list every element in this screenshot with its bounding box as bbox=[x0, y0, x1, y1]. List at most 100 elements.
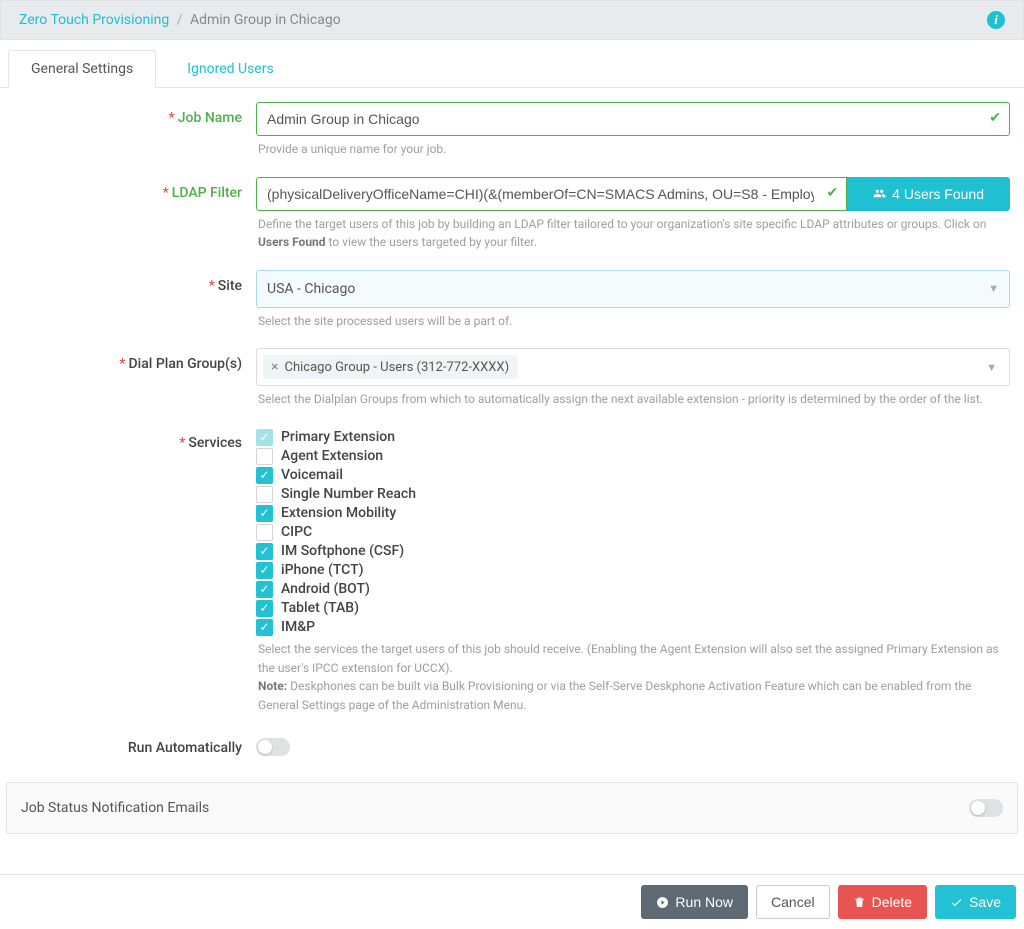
delete-label: Delete bbox=[872, 894, 912, 910]
info-icon[interactable]: i bbox=[987, 11, 1005, 29]
help-ldap-post: to view the users targeted by your filte… bbox=[326, 235, 537, 249]
service-item: ✓ IM Softphone (CSF) bbox=[256, 543, 1010, 560]
site-select[interactable]: USA - Chicago ▼ bbox=[256, 270, 1010, 308]
play-circle-icon bbox=[656, 896, 669, 909]
delete-button[interactable]: Delete bbox=[838, 885, 927, 919]
breadcrumb-root-link[interactable]: Zero Touch Provisioning bbox=[19, 12, 169, 28]
label-services-text: Services bbox=[188, 435, 242, 451]
service-checkbox[interactable]: ✓ bbox=[256, 543, 273, 560]
service-label: CIPC bbox=[281, 524, 312, 540]
service-checkbox[interactable] bbox=[256, 524, 273, 541]
tabs: General Settings Ignored Users bbox=[0, 40, 1024, 88]
service-label: Single Number Reach bbox=[281, 486, 416, 502]
tab-ignored-users[interactable]: Ignored Users bbox=[164, 50, 297, 88]
label-job-name: *Job Name bbox=[8, 102, 256, 126]
label-job-name-text: Job Name bbox=[178, 110, 242, 126]
row-job-name: *Job Name ✔ Provide a unique name for yo… bbox=[8, 102, 1016, 173]
chip-remove-icon[interactable]: × bbox=[271, 359, 278, 375]
footer: Run Now Cancel Delete Save bbox=[0, 874, 1024, 929]
label-site-text: Site bbox=[218, 278, 242, 294]
required-marker: * bbox=[119, 356, 125, 372]
service-checkbox[interactable] bbox=[256, 486, 273, 503]
job-name-input[interactable] bbox=[256, 102, 1010, 136]
site-select-value: USA - Chicago bbox=[267, 281, 355, 297]
service-label: iPhone (TCT) bbox=[281, 562, 364, 578]
help-ldap-pre: Define the target users of this job by b… bbox=[258, 217, 986, 231]
cancel-button[interactable]: Cancel bbox=[756, 885, 830, 919]
users-icon bbox=[873, 187, 886, 200]
save-button[interactable]: Save bbox=[935, 885, 1016, 919]
help-job-name: Provide a unique name for your job. bbox=[258, 140, 1010, 159]
label-run-auto: Run Automatically bbox=[8, 732, 256, 756]
required-marker: * bbox=[169, 110, 175, 126]
breadcrumb-current: Admin Group in Chicago bbox=[190, 12, 341, 28]
trash-icon bbox=[853, 896, 866, 909]
help-services-pre: Select the services the target users of … bbox=[258, 642, 999, 675]
service-label: Android (BOT) bbox=[281, 581, 370, 597]
label-dial-plan-text: Dial Plan Group(s) bbox=[129, 356, 242, 372]
breadcrumb-bar: Zero Touch Provisioning / Admin Group in… bbox=[0, 0, 1024, 40]
service-checkbox[interactable]: ✓ bbox=[256, 505, 273, 522]
check-icon bbox=[950, 896, 963, 909]
service-checkbox[interactable]: ✓ bbox=[256, 581, 273, 598]
service-item: ✓ iPhone (TCT) bbox=[256, 562, 1010, 579]
row-services: *Services ✓ Primary Extension Agent Extens… bbox=[8, 427, 1016, 728]
email-panel-label: Job Status Notification Emails bbox=[21, 800, 209, 816]
help-services-note: Deskphones can be built via Bulk Provisi… bbox=[258, 679, 971, 712]
service-item: ✓ Voicemail bbox=[256, 467, 1010, 484]
service-label: Agent Extension bbox=[281, 448, 383, 464]
service-checkbox[interactable]: ✓ bbox=[256, 619, 273, 636]
service-label: IM&P bbox=[281, 619, 315, 635]
users-found-button[interactable]: 4 Users Found bbox=[847, 177, 1010, 211]
required-marker: * bbox=[179, 435, 185, 451]
email-panel: Job Status Notification Emails bbox=[6, 782, 1018, 834]
service-item: ✓ Android (BOT) bbox=[256, 581, 1010, 598]
required-marker: * bbox=[209, 278, 215, 294]
service-checkbox[interactable] bbox=[256, 448, 273, 465]
service-item: Single Number Reach bbox=[256, 486, 1010, 503]
label-services: *Services bbox=[8, 427, 256, 451]
check-icon: ✔ bbox=[826, 185, 838, 201]
service-item: ✓Tablet (TAB) bbox=[256, 600, 1010, 617]
service-label: Extension Mobility bbox=[281, 505, 396, 521]
check-icon: ✔ bbox=[989, 110, 1001, 126]
help-ldap: Define the target users of this job by b… bbox=[258, 215, 1010, 252]
service-checkbox[interactable]: ✓ bbox=[256, 467, 273, 484]
label-site: *Site bbox=[8, 270, 256, 294]
cancel-label: Cancel bbox=[771, 894, 815, 910]
service-item: Agent Extension bbox=[256, 448, 1010, 465]
service-checkbox[interactable]: ✓ bbox=[256, 600, 273, 617]
chevron-down-icon: ▼ bbox=[988, 282, 999, 295]
run-now-label: Run Now bbox=[675, 894, 733, 910]
required-marker: * bbox=[163, 185, 169, 201]
row-run-auto: Run Automatically bbox=[8, 732, 1016, 760]
run-auto-toggle[interactable] bbox=[256, 738, 290, 756]
help-services-note-label: Note: bbox=[258, 679, 287, 693]
service-checkbox[interactable]: ✓ bbox=[256, 562, 273, 579]
help-services: Select the services the target users of … bbox=[258, 640, 1010, 714]
chevron-down-icon: ▼ bbox=[986, 361, 997, 374]
services-list: ✓ Primary Extension Agent Extension ✓ Voicem… bbox=[256, 429, 1010, 636]
label-ldap-text: LDAP Filter bbox=[172, 185, 242, 201]
label-ldap: *LDAP Filter bbox=[8, 177, 256, 201]
label-run-auto-text: Run Automatically bbox=[128, 740, 242, 756]
service-item: ✓ IM&P bbox=[256, 619, 1010, 636]
dial-plan-select[interactable]: × Chicago Group - Users (312-772-XXXX) ▼ bbox=[256, 348, 1010, 386]
dial-plan-chip: × Chicago Group - Users (312-772-XXXX) bbox=[263, 355, 517, 379]
form: *Job Name ✔ Provide a unique name for yo… bbox=[0, 88, 1024, 776]
service-item: ✓ Extension Mobility bbox=[256, 505, 1010, 522]
save-label: Save bbox=[969, 894, 1001, 910]
run-now-button[interactable]: Run Now bbox=[641, 885, 748, 919]
dial-plan-chip-label: Chicago Group - Users (312-772-XXXX) bbox=[284, 360, 509, 375]
label-dial-plan: *Dial Plan Group(s) bbox=[8, 348, 256, 372]
help-dial-plan: Select the Dialplan Groups from which to… bbox=[258, 390, 1010, 409]
tab-general-settings[interactable]: General Settings bbox=[8, 50, 156, 88]
breadcrumb-separator: / bbox=[177, 12, 183, 28]
service-label: Primary Extension bbox=[281, 429, 395, 445]
service-label: IM Softphone (CSF) bbox=[281, 543, 404, 559]
ldap-filter-input[interactable] bbox=[256, 177, 847, 211]
email-toggle[interactable] bbox=[969, 799, 1003, 817]
row-dial-plan: *Dial Plan Group(s) × Chicago Group - Us… bbox=[8, 348, 1016, 423]
breadcrumb: Zero Touch Provisioning / Admin Group in… bbox=[19, 12, 341, 28]
service-label: Voicemail bbox=[281, 467, 343, 483]
